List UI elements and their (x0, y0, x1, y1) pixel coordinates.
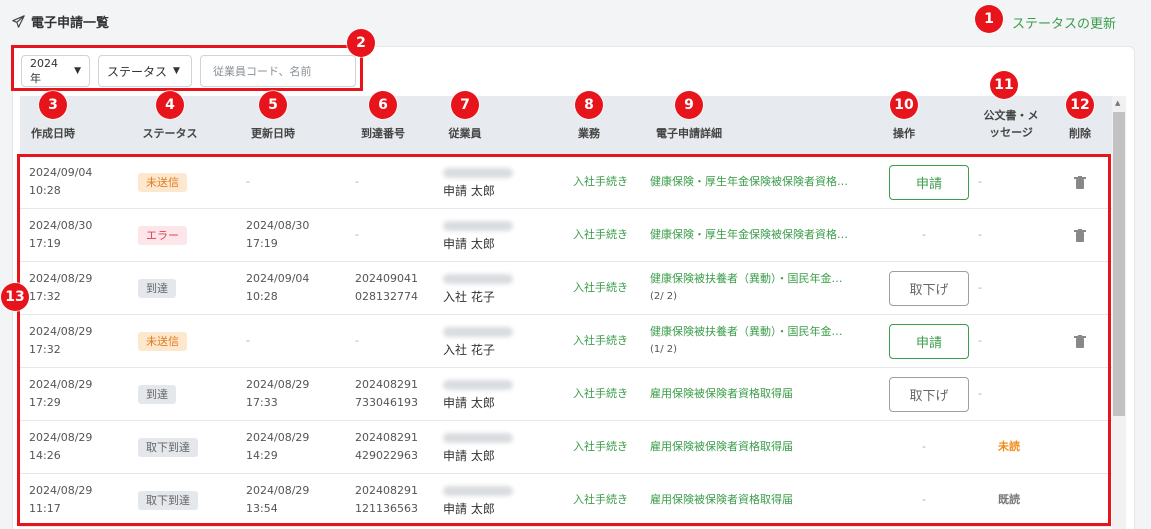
callout-marker: 1 (975, 5, 1003, 33)
scroll-up-arrow[interactable]: ▲ (1115, 99, 1120, 107)
col-delete: 削除 (1069, 127, 1091, 140)
page-title: 電子申請一覧 (12, 12, 109, 31)
table-rows-highlight (17, 154, 1111, 526)
col-arrival-no: 到達番号 (361, 127, 405, 140)
callout-marker: 13 (1, 283, 29, 311)
callout-marker: 6 (369, 91, 397, 119)
status-update-link[interactable]: ステータスの更新 (1012, 13, 1116, 32)
callout-marker: 3 (39, 91, 67, 119)
callout-marker: 12 (1066, 91, 1094, 119)
col-detail: 電子申請詳細 (656, 127, 722, 140)
col-document-message-line1: 公文書・メ (983, 109, 1039, 122)
callout-marker: 8 (575, 91, 603, 119)
col-document-message: 公文書・メ ッセージ (984, 107, 1039, 141)
col-updated: 更新日時 (251, 127, 295, 140)
callout-marker: 9 (675, 91, 703, 119)
col-created: 作成日時 (31, 127, 75, 140)
callout-marker: 7 (451, 91, 479, 119)
col-employee: 従業員 (448, 127, 482, 140)
callout-marker: 4 (156, 91, 184, 119)
page-title-text: 電子申請一覧 (31, 16, 110, 31)
col-task: 業務 (578, 127, 600, 140)
filter-area-highlight (11, 45, 363, 91)
col-document-message-line2: ッセージ (989, 126, 1033, 139)
callout-marker: 11 (990, 71, 1018, 99)
callout-marker: 2 (347, 29, 375, 57)
callout-marker: 5 (259, 91, 287, 119)
col-status: ステータス (142, 127, 198, 140)
callout-marker: 10 (890, 91, 918, 119)
paper-plane-icon (12, 15, 25, 28)
col-action: 操作 (893, 127, 915, 140)
scrollbar-thumb[interactable] (1113, 112, 1125, 416)
